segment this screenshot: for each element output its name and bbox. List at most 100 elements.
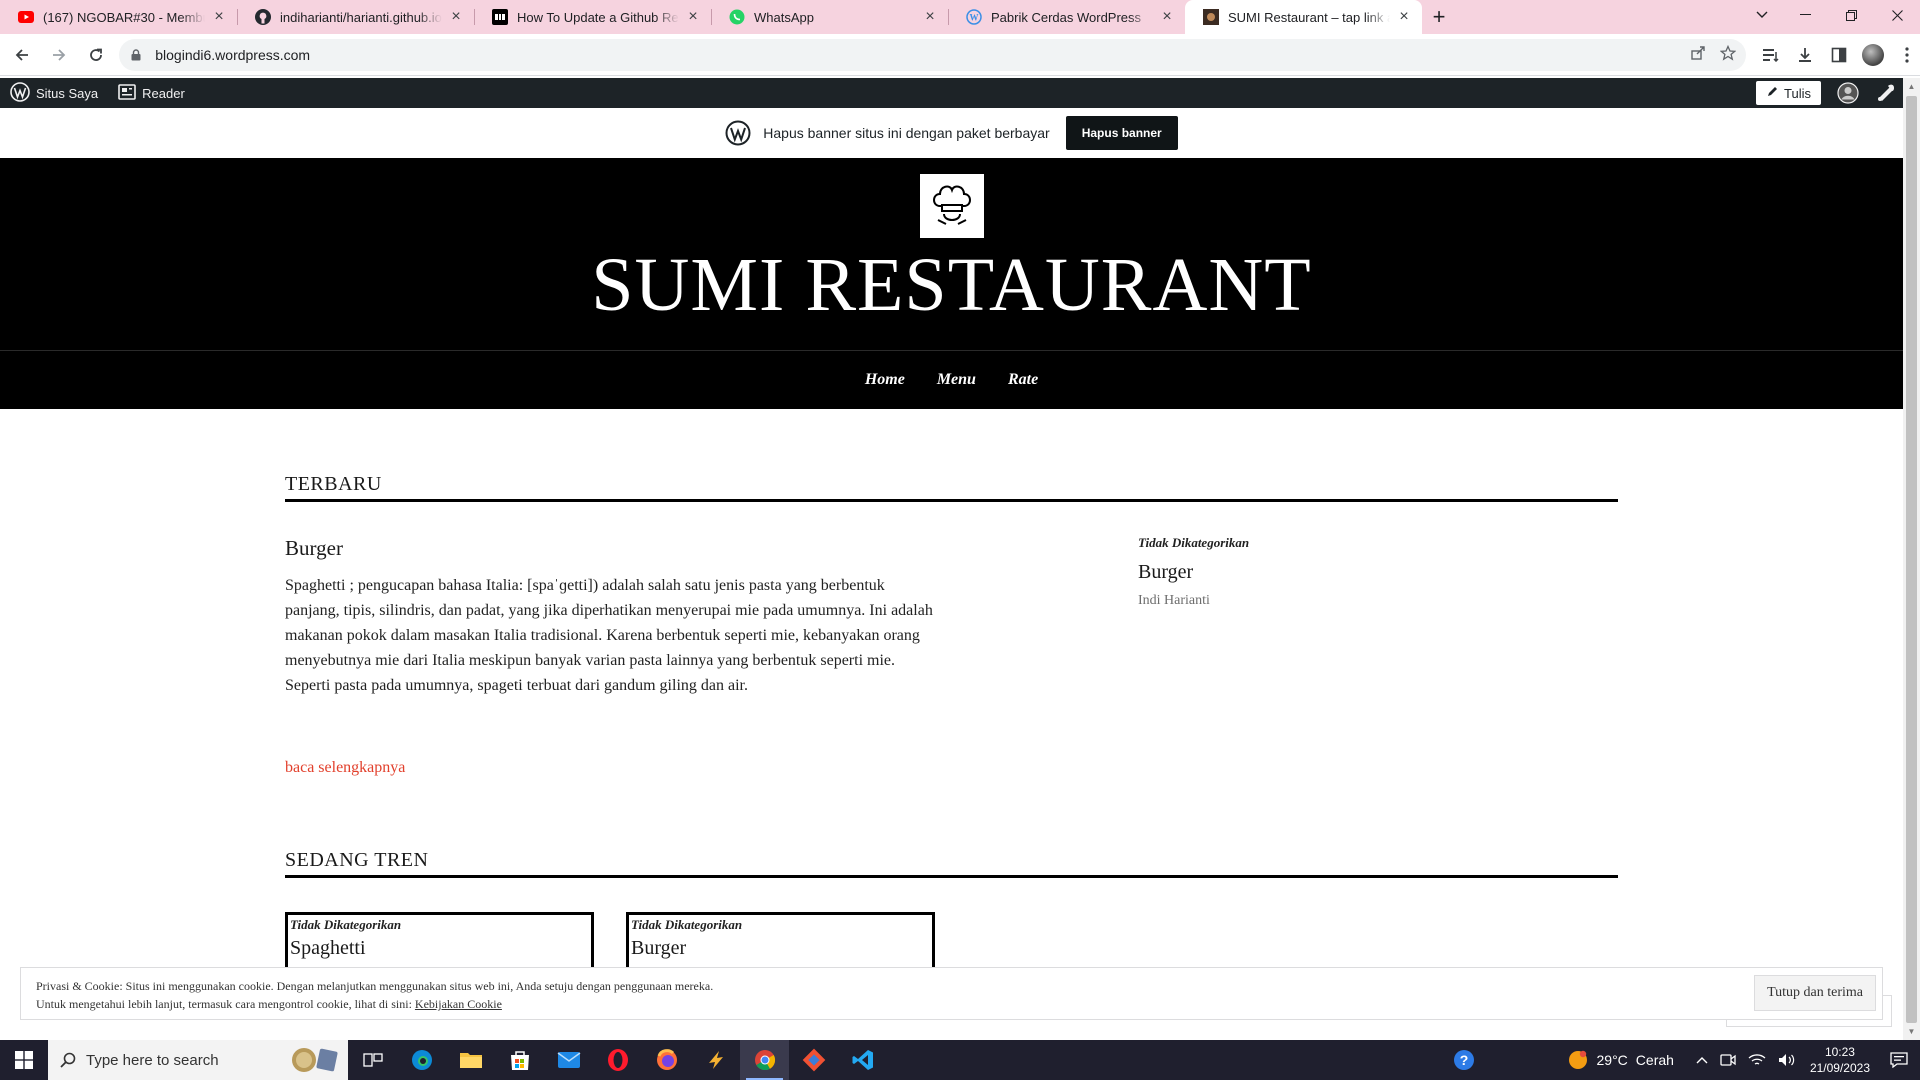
read-more-link[interactable]: baca selengkapnya [285, 759, 405, 777]
remove-banner-button[interactable]: Hapus banner [1065, 116, 1178, 150]
browser-menu-icon[interactable] [1894, 42, 1920, 68]
sublime-app-icon[interactable] [691, 1040, 740, 1080]
side-post-title[interactable]: Burger [1138, 561, 1193, 584]
weather-widget[interactable]: 29°C Cerah [1561, 1040, 1680, 1080]
site-logo[interactable] [920, 174, 984, 238]
write-button[interactable]: Tulis [1756, 81, 1821, 105]
address-bar[interactable]: blogindi6.wordpress.com [119, 38, 1746, 71]
svg-text:?: ? [1459, 1052, 1468, 1068]
chrome-browser-icon[interactable] [740, 1040, 789, 1080]
accept-cookies-button[interactable]: Tutup dan terima [1754, 975, 1876, 1011]
browser-toolbar: blogindi6.wordpress.com [0, 34, 1920, 76]
site-title[interactable]: SUMI RESTAURANT [0, 242, 1903, 329]
close-window-icon[interactable] [1874, 0, 1920, 30]
tab-title: Pabrik Cerdas WordPress [991, 9, 1142, 25]
svg-text:W: W [970, 13, 979, 23]
close-tab-icon[interactable]: × [448, 9, 464, 25]
task-view-icon[interactable] [348, 1040, 397, 1080]
reload-button[interactable] [80, 39, 111, 71]
clock-time: 10:23 [1824, 1045, 1855, 1059]
file-explorer-icon[interactable] [446, 1040, 495, 1080]
browser-tab[interactable]: WhatsApp × [711, 0, 948, 34]
firefox-browser-icon[interactable] [642, 1040, 691, 1080]
nav-home[interactable]: Home [865, 371, 905, 389]
youtube-icon [18, 9, 34, 25]
my-site-link[interactable]: Situs Saya [0, 78, 108, 108]
wordpress-logo-icon [725, 120, 751, 146]
search-highlight-icon [286, 1046, 340, 1074]
weather-text: Cerah [1635, 1052, 1674, 1068]
close-tab-icon[interactable]: × [211, 9, 227, 25]
reading-list-icon[interactable] [1758, 42, 1784, 68]
system-clock[interactable]: 10:23 21/09/2023 [1802, 1044, 1878, 1076]
back-button[interactable] [6, 39, 37, 71]
side-post-category[interactable]: Tidak Dikategorikan [1138, 535, 1249, 551]
volume-icon[interactable] [1772, 1040, 1802, 1080]
vscode-icon[interactable] [838, 1040, 887, 1080]
card-title[interactable]: Spaghetti [290, 937, 589, 960]
notifications-bell-icon[interactable] [1875, 82, 1897, 104]
help-icon[interactable]: ? [1447, 1040, 1481, 1080]
tab-title: indiharianti/harianti.github.io [280, 9, 442, 25]
opera-browser-icon[interactable] [593, 1040, 642, 1080]
cookie-text-line1: Privasi & Cookie: Situs ini menggunakan … [36, 979, 714, 993]
write-label: Tulis [1784, 85, 1811, 101]
mail-icon[interactable] [544, 1040, 593, 1080]
browser-tab[interactable]: (167) NGOBAR#30 - Membuat Api × [0, 0, 237, 34]
close-tab-icon[interactable]: × [1159, 9, 1175, 25]
minimize-icon[interactable] [1782, 0, 1828, 30]
close-tab-icon[interactable]: × [922, 9, 938, 25]
chef-hat-icon [933, 185, 971, 225]
browser-tab-active[interactable]: SUMI Restaurant – tap link and c × [1185, 0, 1422, 34]
show-hidden-icons[interactable] [1690, 1040, 1714, 1080]
nav-rate[interactable]: Rate [1008, 371, 1038, 389]
bookmark-star-icon[interactable] [1719, 44, 1737, 64]
browser-tab[interactable]: How To Update a Github Reposit × [474, 0, 711, 34]
cookie-policy-link[interactable]: Kebijakan Cookie [415, 997, 502, 1011]
my-site-label: Situs Saya [36, 85, 99, 101]
git-app-icon[interactable] [789, 1040, 838, 1080]
post-excerpt: Spaghetti ; pengucapan bahasa Italia: [s… [285, 577, 933, 694]
post-title[interactable]: Burger [285, 536, 343, 561]
scroll-up-icon[interactable]: ▲ [1903, 78, 1920, 95]
taskbar-search-box[interactable]: Type here to search [48, 1040, 348, 1080]
lock-icon[interactable] [131, 48, 145, 61]
close-tab-icon[interactable]: × [1396, 9, 1412, 25]
reader-link[interactable]: Reader [108, 78, 195, 108]
cookie-notice: Privasi & Cookie: Situs ini menggunakan … [20, 967, 1883, 1020]
forward-button[interactable] [43, 39, 74, 71]
new-tab-button[interactable]: + [1422, 0, 1456, 34]
weather-temp: 29°C [1596, 1052, 1628, 1068]
trending-card[interactable]: Tidak Dikategorikan Burger [626, 912, 935, 972]
notification-center-icon[interactable] [1878, 1040, 1920, 1080]
card-category[interactable]: Tidak Dikategorikan [290, 917, 589, 933]
share-icon[interactable] [1690, 45, 1706, 64]
site-header: SUMI RESTAURANT [0, 158, 1903, 350]
trending-card[interactable]: Tidak Dikategorikan Spaghetti [285, 912, 594, 972]
edge-browser-icon[interactable] [397, 1040, 446, 1080]
browser-tab[interactable]: indiharianti/harianti.github.io × [237, 0, 474, 34]
profile-avatar[interactable] [1860, 42, 1886, 68]
network-wifi-icon[interactable] [1742, 1040, 1772, 1080]
windows-start-icon[interactable] [0, 1040, 48, 1080]
microsoft-store-icon[interactable] [495, 1040, 544, 1080]
download-icon[interactable] [1792, 42, 1818, 68]
close-tab-icon[interactable]: × [685, 9, 701, 25]
tab-search-icon[interactable] [1742, 0, 1782, 30]
main-content: TERBARU Burger Spaghetti ; pengucapan ba… [0, 409, 1903, 1039]
windows-taskbar: Type here to search ? 29°C Cerah 10:23 2… [0, 1040, 1920, 1080]
scroll-down-icon[interactable]: ▼ [1903, 1023, 1920, 1040]
nav-menu[interactable]: Menu [937, 371, 976, 389]
restore-icon[interactable] [1828, 0, 1874, 30]
side-post-author[interactable]: Indi Harianti [1138, 593, 1210, 609]
scrollbar-thumb[interactable] [1906, 96, 1917, 1023]
meet-now-icon[interactable] [1714, 1040, 1742, 1080]
github-icon [255, 9, 271, 25]
side-panel-icon[interactable] [1826, 42, 1852, 68]
card-category[interactable]: Tidak Dikategorikan [631, 917, 930, 933]
account-avatar[interactable] [1837, 82, 1859, 104]
card-title[interactable]: Burger [631, 937, 930, 960]
url-text[interactable]: blogindi6.wordpress.com [155, 47, 310, 63]
browser-tab[interactable]: W Pabrik Cerdas WordPress × [948, 0, 1185, 34]
clock-date: 21/09/2023 [1809, 1061, 1870, 1075]
